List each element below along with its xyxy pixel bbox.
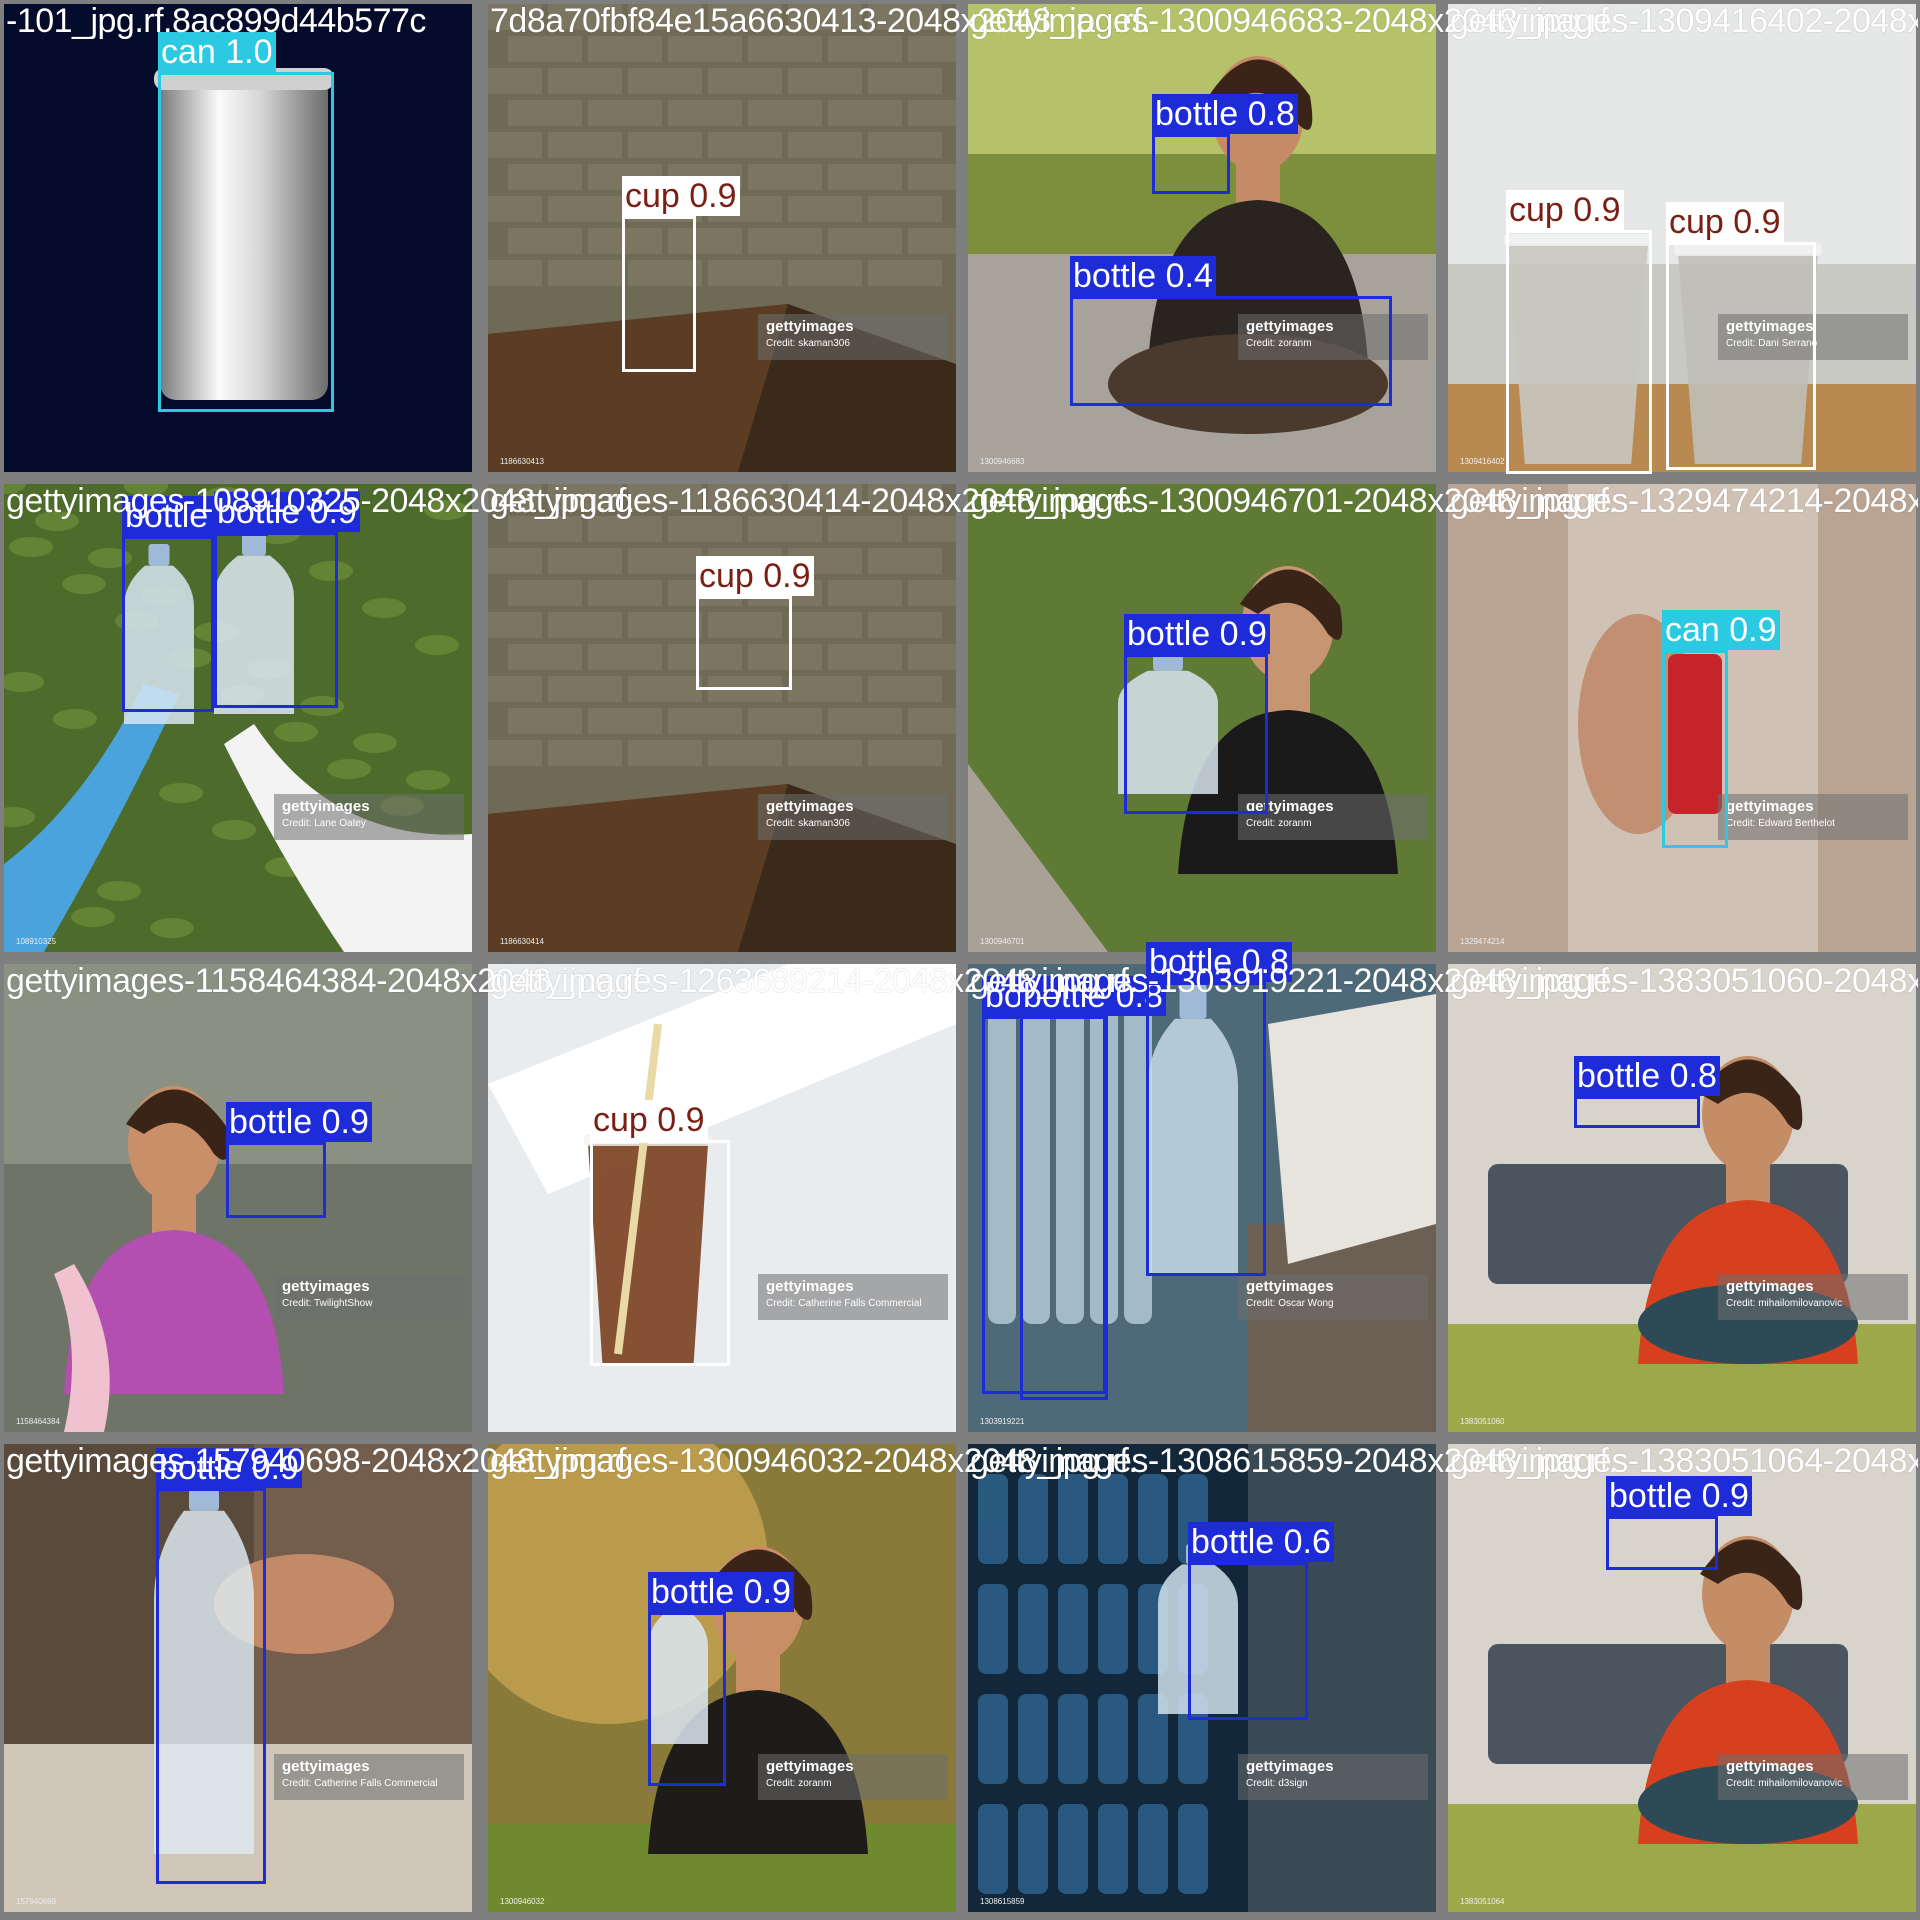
tile-photo xyxy=(1448,964,1916,1432)
detection-label: cup 0.9 xyxy=(1506,190,1624,230)
image-id: 1303919221 xyxy=(980,1417,1025,1426)
getty-watermark: gettyimages Credit: mihailomilovanovic xyxy=(1718,1274,1908,1320)
detection-box-cup: cup 0.9 xyxy=(1506,190,1652,474)
image-id: 1329474214 xyxy=(1460,937,1505,946)
detection-box-can: can 0.9 xyxy=(1662,610,1780,848)
detection-label: bottle 0.9 xyxy=(1606,1476,1752,1516)
image-id: 1383051064 xyxy=(1460,1897,1505,1906)
watermark-credit: Credit: zoranm xyxy=(1246,818,1312,829)
detection-label: bottle 0.9 xyxy=(214,492,360,532)
detection-box-cup: cup 0.9 xyxy=(622,176,740,372)
watermark-brand: gettyimages xyxy=(1726,798,1814,815)
image-id: 1300946683 xyxy=(980,457,1025,466)
watermark-credit: Credit: Lane Oatey xyxy=(282,818,366,829)
mosaic-tile: gettyimages Credit: mihailomilovanovic 138… xyxy=(1448,964,1916,1432)
watermark-credit: Credit: skaman306 xyxy=(766,818,850,829)
image-id: 1263689214 xyxy=(500,1417,545,1426)
detection-box-cup: cup 0.9 xyxy=(1666,202,1816,470)
image-id: 1300946701 xyxy=(980,937,1025,946)
watermark-credit: Credit: mihailomilovanovic xyxy=(1726,1778,1843,1789)
image-id: 1308615859 xyxy=(980,1897,1025,1906)
watermark-brand: gettyimages xyxy=(766,798,854,815)
watermark-brand: gettyimages xyxy=(1726,1758,1814,1775)
detection-label: bottle 0.8 xyxy=(1574,1056,1720,1096)
detection-label: can 0.9 xyxy=(1662,610,1780,650)
getty-watermark: gettyimages Credit: TwilightShow xyxy=(274,1274,464,1320)
watermark-brand: gettyimages xyxy=(282,1758,370,1775)
watermark-brand: gettyimages xyxy=(766,1278,854,1295)
detection-box-bottle: bottle 0.6 xyxy=(1188,1522,1334,1720)
watermark-credit: Credit: Edward Berthelot xyxy=(1726,818,1835,829)
watermark-brand: gettyimages xyxy=(282,798,370,815)
detection-label: bottle 0.9 xyxy=(226,1102,372,1142)
tile-photo xyxy=(488,484,956,952)
watermark-credit: Credit: d3sign xyxy=(1246,1778,1308,1789)
detection-label: can 1.0 xyxy=(158,32,276,72)
getty-watermark: gettyimages Credit: Lane Oatey xyxy=(274,794,464,840)
watermark-brand: gettyimages xyxy=(1726,1278,1814,1295)
image-id: 1309416402 xyxy=(1460,457,1505,466)
detection-box-can: can 1.0 xyxy=(158,32,334,412)
tile-photo xyxy=(488,4,956,472)
detection-label: bottle 0.9 xyxy=(156,1448,302,1488)
detection-label: cup 0.9 xyxy=(590,1100,708,1140)
detection-label: bottle 0.8 xyxy=(1146,942,1292,982)
getty-watermark: gettyimages Credit: Catherine Falls Comme… xyxy=(758,1274,948,1320)
detection-box-bottle: bottle 0.9 xyxy=(1124,614,1270,814)
watermark-credit: Credit: zoranm xyxy=(766,1778,832,1789)
detection-box-cup: cup 0.9 xyxy=(696,556,814,690)
image-id: 1300946032 xyxy=(500,1897,545,1906)
watermark-brand: gettyimages xyxy=(766,318,854,335)
detection-mosaic: gettyimages Credit: skaman306 1186630413 g… xyxy=(0,0,1920,1920)
detection-box-bottle: bottle 0.9 xyxy=(122,496,268,712)
detection-box-cup: cup 0.9 xyxy=(590,1100,730,1366)
image-id: 1383051060 xyxy=(1460,1417,1505,1426)
detection-label: bottle 0.4 xyxy=(1070,256,1216,296)
detection-box-bottle: bottle 0.9 xyxy=(648,1572,794,1786)
detection-label: cup 0.9 xyxy=(696,556,814,596)
detection-box-bottle: bottle 0.9 xyxy=(156,1448,302,1884)
detection-box-bottle: bottle 0.8 xyxy=(1146,942,1292,1276)
detection-box-bottle: bottle 0.8 xyxy=(1152,94,1298,194)
watermark-brand: gettyimages xyxy=(282,1278,370,1295)
mosaic-tile: gettyimages Credit: skaman306 1186630413 xyxy=(488,4,956,472)
image-id: 1186630413 xyxy=(500,457,544,466)
watermark-brand: gettyimages xyxy=(766,1758,854,1775)
getty-watermark: gettyimages Credit: skaman306 xyxy=(758,794,948,840)
getty-watermark: gettyimages Credit: Oscar Wong xyxy=(1238,1274,1428,1320)
detection-box-bottle: bottle 0.9 xyxy=(214,492,360,708)
getty-watermark: gettyimages Credit: skaman306 xyxy=(758,314,948,360)
getty-watermark: gettyimages Credit: mihailomilovanovic xyxy=(1718,1754,1908,1800)
getty-watermark: gettyimages Credit: zoranm xyxy=(758,1754,948,1800)
detection-label: cup 0.9 xyxy=(1666,202,1784,242)
getty-watermark: gettyimages Credit: d3sign xyxy=(1238,1754,1428,1800)
detection-box-bottle: bottle 0.9 xyxy=(226,1102,372,1218)
getty-watermark: gettyimages Credit: Catherine Falls Comme… xyxy=(274,1754,464,1800)
detection-label: cup 0.9 xyxy=(622,176,740,216)
image-id: 1186630414 xyxy=(500,937,544,946)
detection-box-bottle: bottle 0.8 xyxy=(1574,1056,1720,1128)
watermark-credit: Credit: Catherine Falls Commercial xyxy=(282,1778,438,1789)
image-id: 1158464384 xyxy=(16,1417,60,1426)
watermark-credit: Credit: skaman306 xyxy=(766,338,850,349)
watermark-credit: Credit: TwilightShow xyxy=(282,1298,373,1309)
watermark-credit: Credit: Catherine Falls Commercial xyxy=(766,1298,922,1309)
detection-box-bottle: bottle 0.4 xyxy=(1070,256,1392,406)
watermark-brand: gettyimages xyxy=(1246,1758,1334,1775)
watermark-credit: Credit: mihailomilovanovic xyxy=(1726,1298,1843,1309)
detection-label: bottle 0.6 xyxy=(1188,1522,1334,1562)
detection-label: bottle 0.8 xyxy=(1020,976,1166,1016)
watermark-credit: Credit: Oscar Wong xyxy=(1246,1298,1334,1309)
watermark-brand: gettyimages xyxy=(1246,1278,1334,1295)
detection-label: bottle 0.8 xyxy=(1152,94,1298,134)
detection-box-bottle: bottle 0.8 xyxy=(1020,976,1166,1400)
getty-watermark: gettyimages Credit: Edward Berthelot xyxy=(1718,794,1908,840)
detection-box-bottle: bottle 0.9 xyxy=(1606,1476,1752,1570)
detection-label: bottle 0.9 xyxy=(648,1572,794,1612)
mosaic-tile: gettyimages Credit: skaman306 1186630414 xyxy=(488,484,956,952)
detection-label: bottle 0.9 xyxy=(1124,614,1270,654)
image-id: 108910325 xyxy=(16,937,57,946)
image-id: 157940698 xyxy=(16,1897,57,1906)
